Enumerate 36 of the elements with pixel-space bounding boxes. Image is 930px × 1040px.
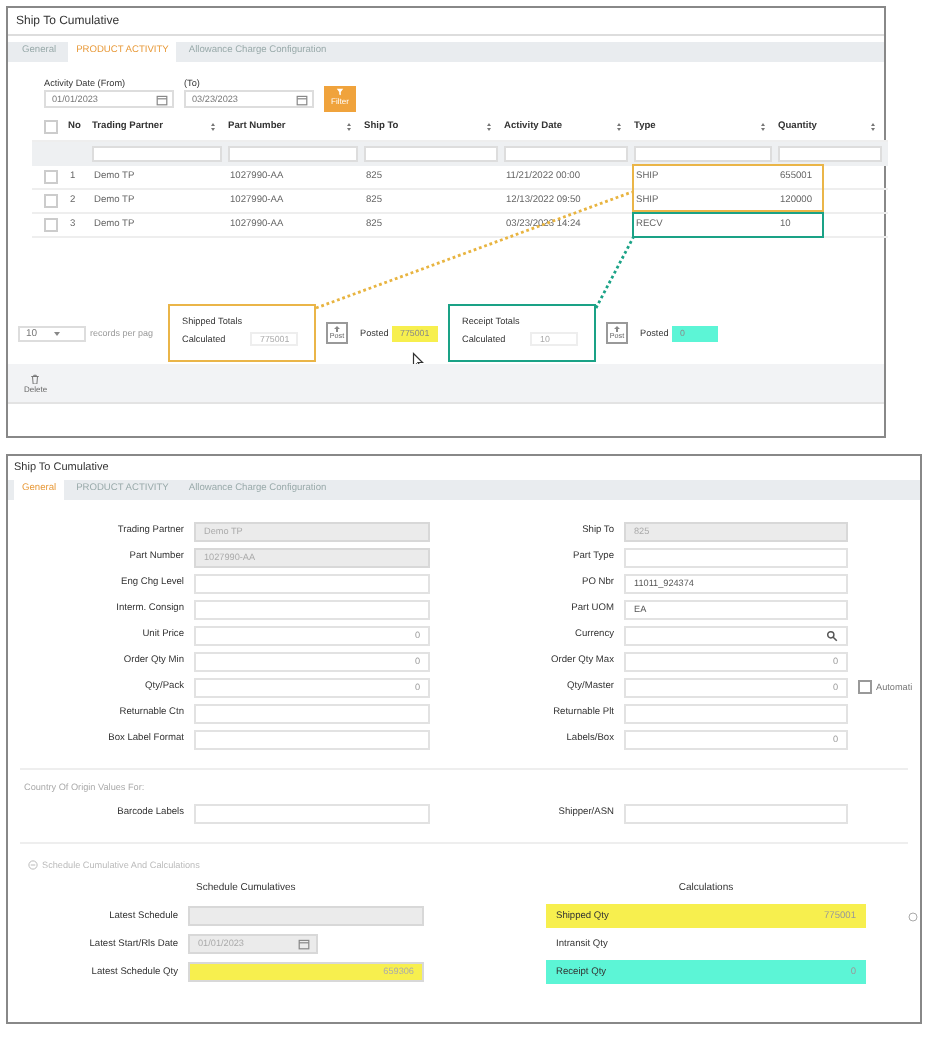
calendar-icon [296, 94, 308, 106]
input-field[interactable] [194, 573, 430, 593]
row-checkbox[interactable] [43, 170, 57, 184]
row-checkbox[interactable] [43, 194, 57, 208]
funnel-icon [336, 88, 344, 96]
filter-field[interactable] [778, 146, 882, 162]
arrow-up-icon [614, 326, 620, 332]
sort-icon [346, 121, 352, 131]
filter-field[interactable] [92, 146, 222, 162]
input-field[interactable] [624, 547, 848, 567]
sort-icon [760, 121, 766, 131]
arrow-up-icon [334, 326, 340, 332]
input-field[interactable] [624, 803, 848, 823]
filter-field[interactable] [228, 146, 358, 162]
input-field[interactable] [194, 803, 430, 823]
sort-icon [870, 121, 876, 131]
collapse-icon [28, 860, 38, 870]
filter-field[interactable] [364, 146, 498, 162]
trash-icon [30, 373, 41, 383]
calendar-icon [156, 94, 168, 106]
search-icon [826, 630, 838, 642]
sort-icon [210, 121, 216, 131]
filter-field[interactable] [634, 146, 772, 162]
input-field[interactable] [624, 703, 848, 723]
input-field[interactable] [194, 729, 430, 749]
radio-icon[interactable] [908, 911, 918, 921]
row-checkbox[interactable] [43, 218, 57, 232]
sort-icon [486, 121, 492, 131]
input-field[interactable] [624, 625, 848, 645]
caret-icon [54, 331, 60, 335]
select-all-checkbox[interactable] [43, 119, 57, 133]
sort-icon [616, 121, 622, 131]
calendar-icon [298, 938, 310, 950]
input-field[interactable] [194, 599, 430, 619]
filter-field[interactable] [504, 146, 628, 162]
input-field[interactable] [194, 703, 430, 723]
